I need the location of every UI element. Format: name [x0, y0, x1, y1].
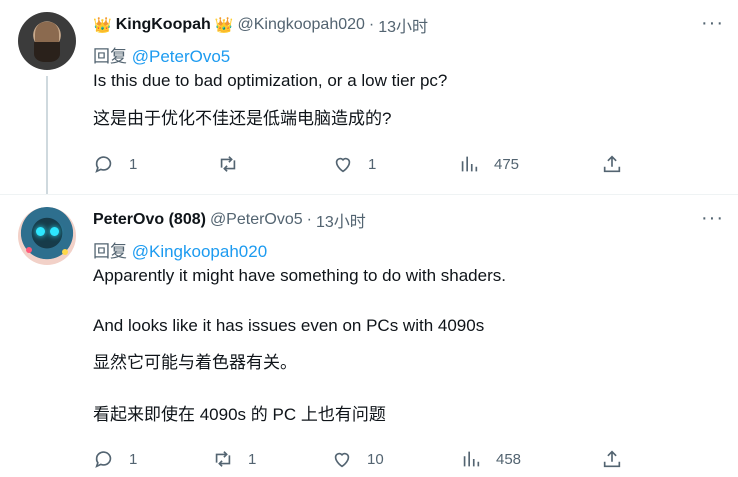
timestamp[interactable]: 13小时 [316, 208, 366, 232]
timestamp[interactable]: 13小时 [378, 13, 428, 37]
views-button[interactable]: 475 [458, 153, 519, 175]
crown-icon: 👑 [214, 17, 234, 34]
more-icon[interactable]: ··· [701, 207, 724, 230]
tweet-header: 👑 KingKoopah 👑 @Kingkoopah020 · 13小时 [93, 13, 428, 37]
reply-icon [95, 451, 112, 468]
retweet-button[interactable] [217, 153, 253, 175]
reply-prefix: 回复 [93, 242, 127, 261]
tweet-text-line: Is this due to bad optimization, or a lo… [93, 71, 448, 90]
like-icon [334, 452, 350, 468]
action-bar: 1 1 475 [93, 153, 633, 179]
tweet-reply-1[interactable]: 👑 KingKoopah 👑 @Kingkoopah020 · 13小时 ···… [0, 0, 738, 195]
user-handle[interactable]: @PeterOvo5 [210, 211, 303, 229]
tweet-text-line: Apparently it might have something to do… [93, 266, 506, 285]
retweet-count: 1 [248, 450, 257, 468]
thread-line [46, 76, 48, 195]
views-icon [461, 156, 478, 172]
tweet-text-line: 看起来即使在 4090s 的 PC 上也有问题 [93, 405, 386, 424]
like-count: 10 [367, 450, 384, 468]
avatar[interactable] [18, 12, 76, 70]
views-count: 458 [496, 450, 522, 468]
reply-to-line: 回复 @PeterOvo5 [93, 42, 230, 67]
avatar-sparkle [26, 247, 32, 253]
retweet-icon [220, 156, 236, 172]
views-count: 475 [494, 155, 520, 173]
tweet-text-line: And looks like it has issues even on PCs… [93, 316, 485, 335]
like-count: 1 [368, 155, 377, 173]
action-bar: 1 1 10 458 [93, 448, 633, 474]
share-icon [603, 155, 621, 173]
separator-dot: · [368, 16, 375, 33]
views-icon [463, 451, 480, 467]
avatar-sparkle [62, 249, 68, 255]
avatar[interactable] [18, 207, 76, 265]
more-icon[interactable]: ··· [701, 12, 724, 35]
retweet-icon [215, 451, 231, 467]
crown-icon: 👑 [93, 17, 112, 34]
retweet-button[interactable]: 1 [212, 448, 256, 470]
tweet-reply-2[interactable]: PeterOvo (808) @PeterOvo5 · 13小时 ··· 回复 … [0, 195, 738, 477]
avatar-eye [50, 227, 59, 236]
reply-count: 1 [129, 155, 138, 173]
like-button[interactable]: 1 [332, 153, 376, 175]
reply-mention-link[interactable]: @PeterOvo5 [132, 47, 231, 66]
reply-mention-link[interactable]: @Kingkoopah020 [132, 242, 267, 261]
views-button[interactable]: 458 [460, 448, 521, 470]
like-icon [335, 157, 351, 173]
share-icon [603, 450, 621, 468]
reply-count: 1 [129, 450, 138, 468]
avatar-eye [36, 227, 45, 236]
share-button[interactable] [601, 448, 623, 470]
like-button[interactable]: 10 [331, 448, 384, 470]
reply-icon [95, 156, 112, 173]
reply-prefix: 回复 [93, 47, 127, 66]
tweet-text-line: 显然它可能与着色器有关。 [93, 353, 297, 372]
share-button[interactable] [601, 153, 623, 175]
avatar-beard [34, 42, 60, 62]
user-handle[interactable]: @Kingkoopah020 [237, 16, 364, 34]
tweet-text-line: 这是由于优化不佳还是低端电脑造成的? [93, 109, 392, 128]
display-name[interactable]: PeterOvo (808) [93, 211, 206, 229]
reply-to-line: 回复 @Kingkoopah020 [93, 237, 267, 262]
tweet-header: PeterOvo (808) @PeterOvo5 · 13小时 [93, 208, 366, 232]
reply-button[interactable]: 1 [93, 153, 137, 175]
separator-dot: · [306, 211, 312, 228]
display-name[interactable]: KingKoopah [116, 16, 211, 34]
reply-button[interactable]: 1 [93, 448, 137, 470]
